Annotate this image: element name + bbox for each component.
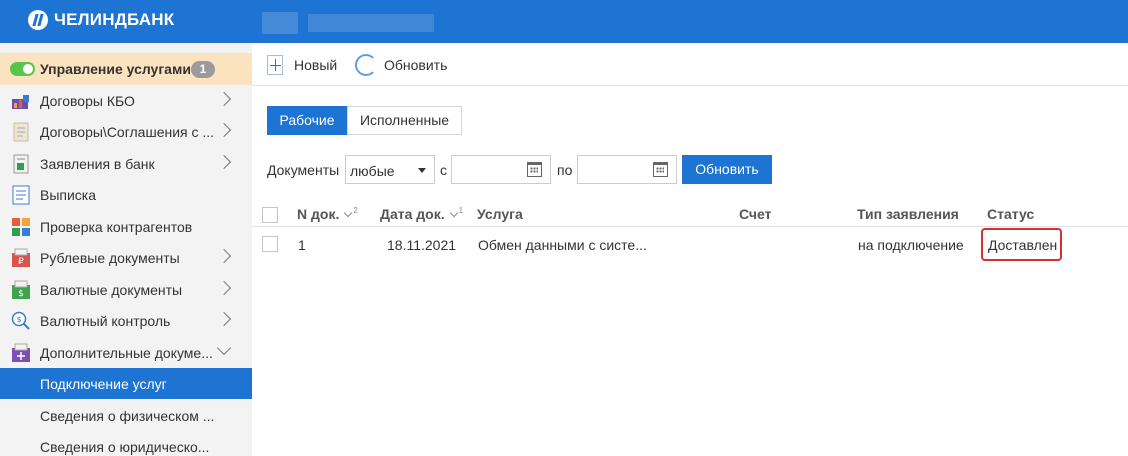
cell-date: 18.11.2021 (387, 237, 457, 253)
table-header: N док. 2 Дата док. 1 Услуга Счет Тип заявл… (252, 199, 1128, 227)
sidebar-subitem-service-connection[interactable]: Подключение услуг (0, 368, 252, 399)
column-header-service[interactable]: Услуга (477, 206, 523, 222)
redacted-block (262, 12, 298, 34)
tab-executed[interactable]: Исполненные (347, 106, 462, 135)
count-badge: 1 (191, 61, 215, 78)
svg-text:$: $ (18, 289, 24, 299)
calendar-icon[interactable] (653, 162, 668, 177)
documents-filter-label: Документы (267, 162, 340, 178)
sort-icon (449, 208, 458, 218)
column-header-type[interactable]: Тип заявления (857, 206, 959, 222)
sort-icon (344, 208, 353, 218)
refresh-filter-button[interactable]: Обновить (682, 155, 772, 184)
sidebar-item-ruble-docs[interactable]: ₽ Рублевые документы (0, 242, 252, 273)
additional-docs-icon (12, 343, 30, 362)
date-from-label: с (440, 162, 447, 178)
sidebar-item-counterparty-check[interactable]: Проверка контрагентов (0, 211, 252, 242)
contracts-icon (12, 95, 29, 109)
applications-icon (13, 154, 29, 174)
new-button[interactable]: Новый (267, 55, 337, 75)
chevron-right-icon (216, 280, 232, 296)
cell-number: 1 (298, 237, 306, 253)
sidebar-item-kbo-contracts[interactable]: Договоры КБО (0, 85, 252, 116)
caret-down-icon (418, 168, 426, 173)
sidebar-item-label: Сведения о физическом ... (40, 407, 215, 424)
sort-order: 2 (353, 206, 358, 215)
currency-control-icon: $ (11, 311, 30, 330)
statement-icon (12, 185, 30, 205)
sidebar-item-currency-docs[interactable]: $ Валютные документы (0, 274, 252, 305)
sidebar-item-additional-docs[interactable]: Дополнительные докуме... (0, 337, 252, 368)
cell-type: на подключение (858, 237, 964, 253)
sidebar-subitem-legal-info[interactable]: Сведения о юридическо... (0, 431, 252, 456)
chevron-right-icon (216, 91, 232, 107)
toggle-icon[interactable] (10, 62, 35, 76)
sort-order: 1 (458, 206, 464, 215)
refresh-icon (355, 54, 377, 76)
sidebar-item-label: Договоры\Соглашения с ... (40, 123, 215, 140)
column-header-date[interactable]: Дата док. 1 (380, 206, 463, 222)
sidebar-item-agreements[interactable]: Договоры\Соглашения с ... (0, 116, 252, 147)
column-header-label: N док. (297, 206, 340, 222)
table-row[interactable]: 1 18.11.2021 Обмен данными с систе... на… (252, 228, 1128, 261)
svg-text:$: $ (16, 315, 21, 324)
sidebar-item-currency-control[interactable]: $ Валютный контроль (0, 305, 252, 336)
chevron-right-icon (216, 248, 232, 264)
chevron-right-icon (216, 154, 232, 170)
redacted-block (308, 14, 434, 32)
calendar-icon[interactable] (527, 162, 542, 177)
date-from-input[interactable] (451, 155, 551, 184)
new-button-label: Новый (294, 57, 338, 73)
cell-service: Обмен данными с систе... (478, 237, 647, 253)
sidebar-item-label: Выписка (40, 186, 97, 203)
tab-working[interactable]: Рабочие (267, 106, 347, 135)
select-all-checkbox[interactable] (262, 207, 278, 223)
bank-logo-icon (28, 10, 48, 30)
chevron-right-icon (216, 311, 232, 327)
sidebar-item-bank-applications[interactable]: Заявления в банк (0, 148, 252, 179)
sidebar-item-label: Заявления в банк (40, 155, 155, 172)
main-content: Рабочие Исполненные Документы любые с по… (252, 86, 1128, 456)
sidebar-item-service-management[interactable]: Управление услугами 1 (0, 53, 252, 85)
column-header-label: Дата док. (380, 206, 445, 222)
agreements-icon (13, 122, 29, 142)
column-header-status[interactable]: Статус (987, 206, 1034, 222)
ruble-docs-icon: ₽ (12, 248, 30, 267)
sidebar-item-label: Договоры КБО (40, 92, 135, 109)
documents-filter-value: любые (350, 163, 395, 179)
row-checkbox[interactable] (262, 236, 278, 252)
sidebar-item-statement[interactable]: Выписка (0, 179, 252, 210)
bank-name: ЧЕЛИНДБАНК (54, 10, 175, 29)
sidebar-item-label: Управление услугами (40, 61, 191, 77)
sidebar-item-label: Дополнительные докуме... (40, 344, 213, 361)
sidebar-item-label: Валютный контроль (40, 312, 171, 329)
sidebar-item-label: Проверка контрагентов (40, 218, 193, 235)
column-header-account[interactable]: Счет (739, 206, 772, 222)
counterparty-check-icon (12, 218, 30, 236)
sidebar-item-label: Сведения о юридическо... (40, 438, 210, 455)
documents-filter-select[interactable]: любые (345, 155, 435, 184)
svg-text:₽: ₽ (18, 257, 24, 267)
sidebar-item-label: Рублевые документы (40, 249, 180, 266)
date-to-label: по (557, 162, 573, 178)
column-header-number[interactable]: N док. 2 (297, 206, 358, 222)
refresh-button-label: Обновить (384, 57, 448, 73)
sidebar-item-label: Подключение услуг (40, 375, 167, 392)
sidebar-subitem-individual-info[interactable]: Сведения о физическом ... (0, 400, 252, 431)
app-header: ЧЕЛИНДБАНК (0, 0, 1128, 43)
cell-status: Доставлен (988, 237, 1058, 253)
chevron-right-icon (216, 122, 232, 138)
toolbar: Новый Обновить (252, 43, 1128, 86)
bank-logo[interactable]: ЧЕЛИНДБАНК (28, 10, 174, 30)
sidebar-item-label: Валютные документы (40, 281, 183, 298)
plus-icon (267, 55, 283, 75)
currency-docs-icon: $ (12, 280, 30, 299)
date-to-input[interactable] (577, 155, 677, 184)
refresh-toolbar-button[interactable]: Обновить (355, 53, 447, 77)
chevron-down-icon (216, 340, 232, 356)
